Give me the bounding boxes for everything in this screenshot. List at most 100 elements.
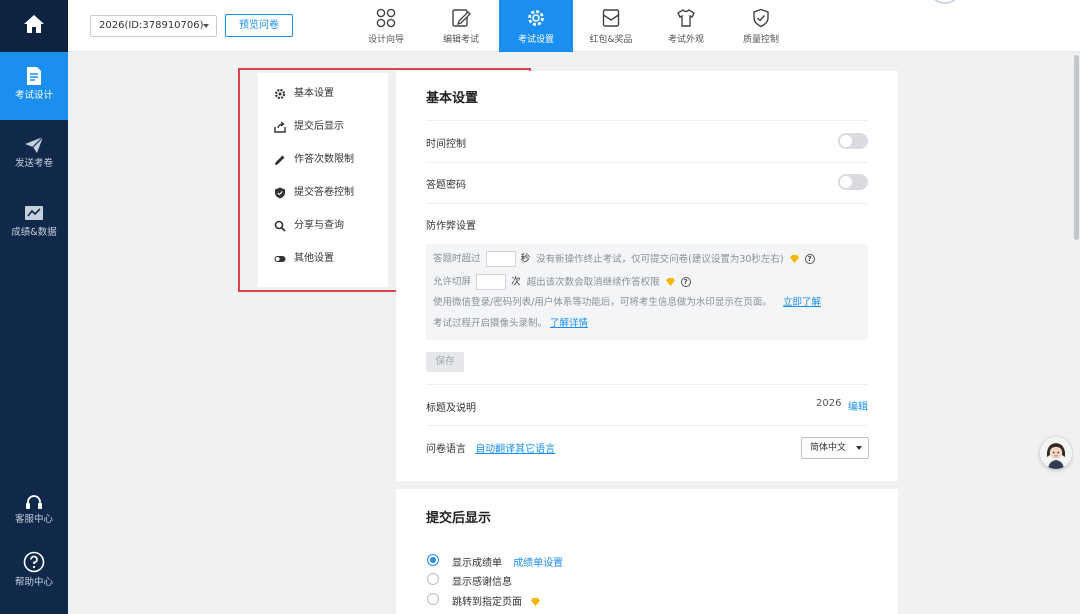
switch-screen-row: 允许切屏 次 超出该次数会取消继续作答权限 ? [433, 274, 691, 290]
preview-button[interactable]: 预览问卷 [225, 14, 293, 37]
avatar[interactable] [930, 0, 960, 4]
divider [426, 384, 868, 385]
answer-password-label: 答题密码 [426, 180, 466, 191]
scrollbar-thumb[interactable] [1074, 55, 1079, 240]
tab-design-guide[interactable]: 设计向导 [349, 0, 423, 52]
section-title: 提交后显示 [426, 511, 492, 526]
sidebar-item-exam-design[interactable]: 考试设计 [0, 52, 68, 120]
sidebar-item-label: 发送考卷 [14, 158, 53, 169]
switch-count-input[interactable] [476, 274, 507, 290]
red-packet-icon [602, 9, 620, 27]
language-label-text: 问卷语言 [426, 444, 466, 455]
learn-more-link[interactable]: 了解详情 [550, 318, 588, 329]
divider [426, 162, 868, 163]
divider [426, 425, 868, 426]
title-desc-label: 标题及说明 [426, 403, 476, 414]
tab-red-packet[interactable]: 红包&奖品 [574, 0, 648, 52]
top-bar: 2026(ID:378910706) 预览问卷 设计向导 编辑考试 考试设置 红… [68, 0, 1080, 52]
tab-quality[interactable]: 质量控制 [724, 0, 798, 52]
language-label: 问卷语言 自动翻译其它语言 [426, 440, 555, 455]
section-title: 基本设置 [426, 91, 479, 106]
learn-now-link[interactable]: 立即了解 [783, 297, 821, 308]
tab-appearance[interactable]: 考试外观 [649, 0, 723, 52]
radio-show-thanks[interactable] [427, 573, 439, 585]
watermark-text: 使用微信登录/密码列表/用户体系等功能后，可将考生信息做为水印显示在页面。 [433, 297, 772, 308]
basic-settings-panel: 基本设置 时间控制 答题密码 防作弊设置 答题时超过 秒 没有新操作终止考试，仅… [396, 71, 898, 481]
idle-unit: 秒 [520, 253, 531, 265]
switch-unit: 次 [511, 276, 521, 288]
auto-translate-link[interactable]: 自动翻译其它语言 [475, 444, 555, 455]
radio-show-scorecard[interactable] [427, 554, 439, 566]
shield-icon [753, 8, 769, 28]
headset-icon [26, 495, 42, 509]
save-button[interactable]: 保存 [426, 352, 464, 372]
idle-prefix: 答题时超过 [433, 253, 481, 265]
after-submit-panel: 提交后显示 显示成绩单 成绩单设置 显示感谢信息 跳转到指定页面 [396, 489, 898, 614]
tab-exam-settings[interactable]: 考试设置 [499, 0, 573, 52]
support-avatar[interactable] [1040, 437, 1072, 469]
diamond-icon [789, 255, 799, 263]
tab-label: 红包&奖品 [589, 35, 633, 45]
sidebar-item-label: 帮助中心 [14, 577, 53, 588]
survey-select[interactable]: 2026(ID:378910706) [90, 15, 217, 37]
idle-text: 没有新操作终止考试，仅可提交问卷(建议设置为30秒左右) [536, 253, 784, 265]
survey-select-value: 2026(ID:378910706) [99, 20, 204, 31]
radio-redirect[interactable] [427, 593, 439, 605]
tab-label: 质量控制 [742, 35, 779, 45]
tab-label: 编辑考试 [442, 35, 479, 45]
scorecard-label: 显示成绩单 [452, 558, 502, 569]
help-icon[interactable]: ? [804, 254, 815, 264]
sidebar-item-label: 客服中心 [14, 514, 53, 525]
sidebar-item-data[interactable]: 成绩&数据 [0, 205, 68, 239]
tab-edit-exam[interactable]: 编辑考试 [424, 0, 498, 52]
watermark-row: 使用微信登录/密码列表/用户体系等功能后，可将考生信息做为水印显示在页面。 立即… [433, 296, 821, 310]
tab-label: 考试外观 [667, 35, 704, 45]
send-icon [25, 136, 44, 153]
home-icon [24, 15, 44, 33]
time-control-label: 时间控制 [426, 139, 466, 150]
tab-label: 考试设置 [517, 35, 554, 45]
sidebar-item-label: 成绩&数据 [11, 227, 57, 238]
idle-seconds-input[interactable] [485, 251, 516, 267]
sidebar-item-help[interactable]: 帮助中心 [0, 551, 68, 589]
exam-design-icon [27, 67, 41, 85]
assistant-avatar-icon [1040, 437, 1072, 469]
divider [426, 203, 868, 204]
sidebar: 考试设计 发送考卷 成绩&数据 客服中心 帮助中心 [0, 0, 68, 614]
answer-password-toggle[interactable] [838, 174, 868, 190]
chevron-down-icon [856, 446, 862, 450]
anti-cheat-box: 答题时超过 秒 没有新操作终止考试，仅可提交问卷(建议设置为30秒左右) ? 允… [426, 244, 868, 340]
time-control-toggle[interactable] [838, 133, 868, 149]
sidebar-item-send[interactable]: 发送考卷 [0, 136, 68, 170]
gear-icon [528, 10, 544, 26]
edit-title-link[interactable]: 编辑 [848, 398, 868, 413]
shirt-icon [677, 9, 695, 27]
idle-timeout-row: 答题时超过 秒 没有新操作终止考试，仅可提交问卷(建议设置为30秒左右) ? [433, 251, 815, 267]
language-select-value: 简体中文 [810, 443, 847, 453]
anti-cheat-label: 防作弊设置 [426, 221, 476, 232]
tab-label: 设计向导 [367, 35, 404, 45]
language-select[interactable]: 简体中文 [801, 437, 869, 459]
grid-icon [376, 8, 396, 28]
sidebar-item-label: 考试设计 [14, 90, 53, 101]
edit-icon [452, 9, 471, 27]
thanks-label: 显示感谢信息 [452, 577, 512, 588]
chart-icon [25, 206, 43, 220]
radio-label: 显示成绩单 成绩单设置 [452, 554, 563, 569]
title-desc-value: 2026 [816, 398, 842, 409]
redirect-label: 跳转到指定页面 [452, 597, 522, 608]
switch-prefix: 允许切屏 [433, 276, 472, 288]
diamond-icon [665, 278, 675, 286]
radio-label: 跳转到指定页面 [452, 593, 543, 608]
divider [426, 120, 868, 121]
camera-row: 考试过程开启摄像头录制。 了解详情 [433, 317, 588, 331]
home-button[interactable] [0, 0, 68, 52]
help-icon[interactable]: ? [680, 277, 691, 287]
camera-text: 考试过程开启摄像头录制。 [433, 318, 548, 329]
chevron-down-icon [203, 24, 209, 28]
switch-text: 超出该次数会取消继续作答权限 [526, 276, 660, 288]
diamond-icon [531, 598, 541, 606]
sidebar-item-service[interactable]: 客服中心 [0, 494, 68, 526]
scorecard-settings-link[interactable]: 成绩单设置 [513, 558, 563, 569]
help-icon [23, 551, 45, 573]
